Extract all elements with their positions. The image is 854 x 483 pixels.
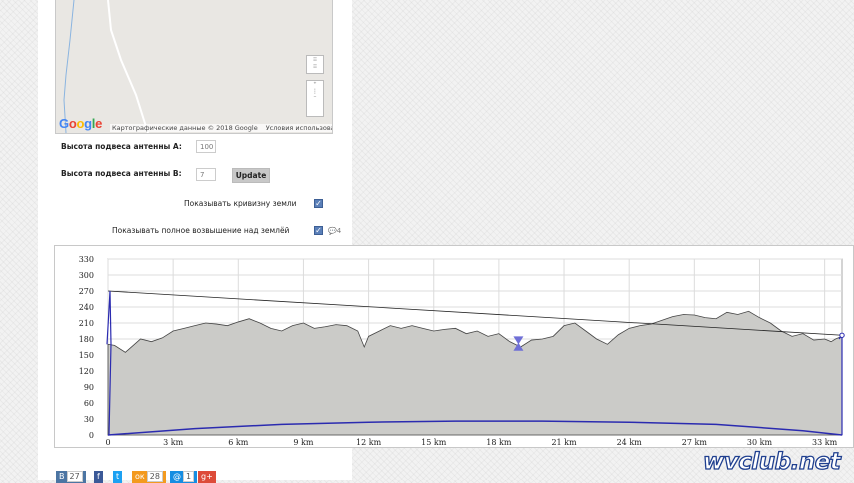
share-googleplus-button[interactable]: g+ [198, 471, 216, 483]
share-count: 1 [183, 471, 195, 482]
y-tick-label: 120 [79, 367, 94, 376]
y-tick-label: 270 [79, 287, 94, 296]
x-tick-label: 15 km [421, 438, 447, 447]
share-count: 27 [66, 471, 83, 482]
map-credits: Картографические данные © 2018 Google Усл… [110, 124, 332, 132]
x-tick-label: 33 km [812, 438, 838, 447]
height-a-label: Высота подвеса антенны A: [61, 142, 182, 151]
google-logo: Google [59, 116, 103, 131]
zoom-control[interactable]: ⁺ ⋮ ⁻ [306, 80, 324, 117]
share-vk-button[interactable]: В 27 [56, 471, 86, 483]
map-roads [63, 0, 149, 133]
google-map[interactable]: ⁝⁝ ⁝⁝ ⁺ ⋮ ⁻ Google Картографические данные … [55, 0, 333, 134]
comments-count: 4 [336, 227, 342, 235]
comments-badge[interactable]: 💬4 [328, 227, 341, 235]
earth-curvature-label: Показывать кривизну земли [184, 199, 297, 208]
y-tick-label: 180 [79, 335, 94, 344]
elevation-profile-chart: 0 30 60 90 120 150 180 210 240 270 300 330 0 3 km 6 km… [54, 245, 854, 448]
earth-curvature-checkbox[interactable]: ✓ [314, 199, 323, 208]
share-odnoklassniki-button[interactable]: ок 28 [132, 471, 166, 483]
y-tick-label: 30 [84, 415, 94, 424]
y-tick-label: 150 [79, 351, 94, 360]
share-facebook-button[interactable]: f [94, 471, 103, 483]
x-tick-label: 9 km [293, 438, 313, 447]
map-data-credit: Картографические данные © 2018 Google [112, 124, 258, 132]
x-tick-label: 24 km [617, 438, 643, 447]
y-tick-label: 90 [84, 383, 94, 392]
x-tick-label: 6 km [228, 438, 248, 447]
map-type-control[interactable]: ⁝⁝ ⁝⁝ [306, 55, 324, 74]
x-tick-label: 0 [105, 438, 110, 447]
share-mailru-button[interactable]: @1 [170, 471, 198, 483]
full-elevation-checkbox[interactable]: ✓ [314, 226, 323, 235]
y-tick-label: 240 [79, 303, 94, 312]
y-tick-label: 300 [79, 271, 94, 280]
map-terms-link[interactable]: Условия использования [266, 124, 332, 132]
x-tick-label: 27 km [682, 438, 708, 447]
zoom-in-icon[interactable]: ⁺ [313, 81, 316, 88]
full-elevation-label: Показывать полное возвышение над землёй [112, 226, 290, 235]
y-tick-label: 330 [79, 255, 94, 264]
y-tick-label: 210 [79, 319, 94, 328]
x-tick-label: 30 km [747, 438, 773, 447]
share-count: 28 [146, 471, 163, 482]
x-tick-label: 3 km [163, 438, 183, 447]
y-tick-label: 0 [89, 431, 94, 440]
x-tick-label: 21 km [551, 438, 577, 447]
height-b-input[interactable]: 7 [196, 168, 216, 181]
site-watermark: wvclub.net [702, 448, 841, 475]
share-twitter-button[interactable]: t [113, 471, 123, 483]
antenna-b-marker [839, 332, 845, 338]
x-tick-label: 12 km [356, 438, 382, 447]
comment-icon: 💬 [328, 227, 337, 235]
elevation-chart-svg: 0 30 60 90 120 150 180 210 240 270 300 330 0 3 km 6 km… [79, 255, 845, 447]
zoom-out-icon[interactable]: ⁻ [313, 95, 316, 102]
height-b-label: Высота подвеса антенны B: [61, 169, 182, 178]
height-a-input[interactable]: 100 [196, 140, 216, 153]
x-tick-label: 18 km [486, 438, 512, 447]
update-button[interactable]: Update [232, 168, 270, 183]
y-tick-label: 60 [84, 399, 94, 408]
